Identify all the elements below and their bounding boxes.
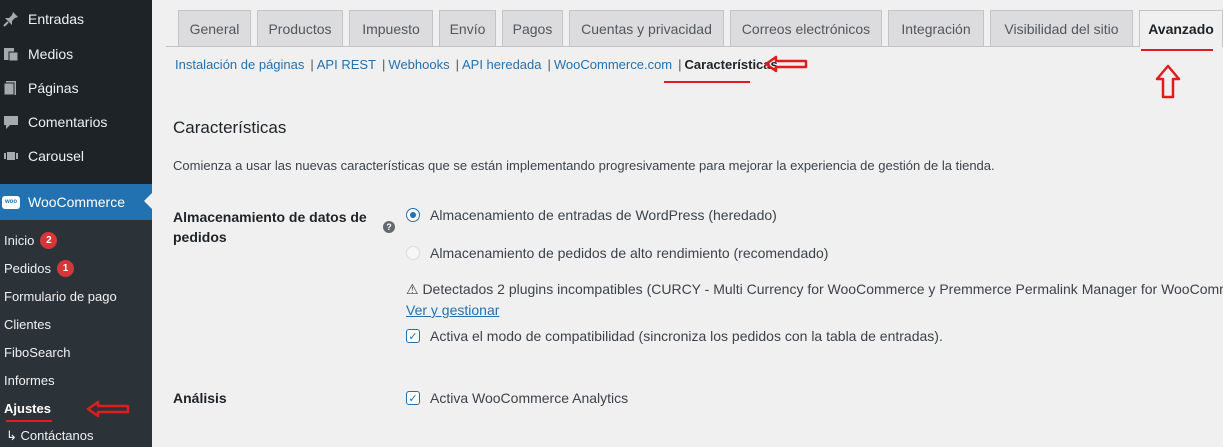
storage-option-legacy-label: Almacenamiento de entradas de WordPress …: [430, 207, 777, 223]
tab-integracion[interactable]: Integración: [888, 10, 984, 46]
tab-envio[interactable]: Envío: [439, 10, 496, 46]
annotation-underline-caracteristicas: [664, 81, 750, 83]
submenu-clientes[interactable]: Clientes: [4, 314, 51, 334]
submenu-formulario-label: Formulario de pago: [4, 288, 117, 304]
tab-productos[interactable]: Productos: [257, 10, 343, 46]
submenu-ajustes-label: Ajustes: [4, 400, 51, 416]
storage-label: Almacenamiento de datos de pedidos: [173, 209, 367, 245]
analytics-option-label: Activa WooCommerce Analytics: [430, 390, 629, 406]
menu-carousel[interactable]: Carousel: [0, 139, 152, 173]
tab-correos-electronicos[interactable]: Correos electrónicos: [730, 10, 882, 46]
menu-woocommerce[interactable]: woo WooCommerce: [0, 184, 152, 220]
storage-option-hpos-label: Almacenamiento de pedidos de alto rendim…: [430, 245, 829, 261]
admin-sidebar: Entradas Medios Páginas Comentarios Caro…: [0, 0, 152, 447]
radio-hpos[interactable]: [406, 246, 420, 260]
comments-icon: [2, 113, 20, 131]
submenu-clientes-label: Clientes: [4, 316, 51, 332]
woocommerce-icon: woo: [2, 193, 20, 211]
storage-option-hpos[interactable]: Almacenamiento de pedidos de alto rendim…: [406, 245, 828, 261]
compatibility-mode-option[interactable]: ✓ Activa el modo de compatibilidad (sinc…: [406, 328, 943, 344]
incompatible-plugins-warning: ⚠ Detectados 2 plugins incompatibles (CU…: [406, 281, 1223, 297]
subnav-webhooks[interactable]: Webhooks: [388, 57, 449, 72]
submenu-contactanos-label: ↳ Contáctanos: [6, 428, 94, 443]
tab-general[interactable]: General: [178, 10, 251, 46]
menu-woocommerce-label: WooCommerce: [28, 194, 125, 210]
menu-carousel-label: Carousel: [28, 148, 85, 164]
subnav-separator: |: [310, 57, 314, 72]
carousel-icon: [2, 147, 20, 165]
subnav-separator: |: [547, 57, 551, 72]
submenu-fibosearch-label: FiboSearch: [4, 344, 71, 360]
subnav-api-heredada[interactable]: API heredada: [462, 57, 542, 72]
annotation-underline-ajustes: [6, 420, 52, 422]
submenu-formulario-de-pago[interactable]: Formulario de pago: [4, 286, 117, 306]
subnav-separator: |: [678, 57, 682, 72]
subnav-separator: |: [382, 57, 386, 72]
submenu-inicio-label: Inicio: [4, 232, 35, 248]
inicio-count-badge: 2: [40, 231, 58, 249]
tab-impuesto[interactable]: Impuesto: [349, 10, 433, 46]
pedidos-count-badge: 1: [56, 259, 74, 277]
subnav-instalacion-de-paginas[interactable]: Instalación de páginas: [175, 57, 304, 72]
tab-avanzado[interactable]: Avanzado: [1139, 10, 1223, 47]
advanced-subnav: Instalación de páginas | API REST | Webhooks…: [175, 57, 778, 72]
page-description: Comienza a usar las nuevas característic…: [173, 158, 995, 173]
menu-comentarios-label: Comentarios: [28, 114, 108, 130]
analytics-checkbox[interactable]: ✓: [406, 391, 420, 405]
subnav-woocommerce-com[interactable]: WooCommerce.com: [554, 57, 672, 72]
tab-visibilidad-del-sitio[interactable]: Visibilidad del sitio: [990, 10, 1133, 46]
submenu-contactanos[interactable]: ↳ Contáctanos: [6, 426, 94, 446]
subnav-api-rest[interactable]: API REST: [317, 57, 376, 72]
radio-legacy[interactable]: [406, 208, 420, 222]
current-menu-arrow: [144, 193, 152, 209]
submenu-informes[interactable]: Informes: [4, 370, 55, 390]
tabs-baseline: [166, 46, 1223, 47]
subnav-separator: |: [455, 57, 459, 72]
menu-comentarios[interactable]: Comentarios: [0, 105, 152, 139]
menu-entradas-label: Entradas: [28, 11, 85, 27]
help-icon[interactable]: ?: [383, 221, 395, 233]
submenu-informes-label: Informes: [4, 372, 55, 388]
submenu-pedidos[interactable]: Pedidos 1: [4, 258, 74, 278]
menu-medios[interactable]: Medios: [0, 37, 152, 71]
tab-pagos[interactable]: Pagos: [502, 10, 563, 46]
submenu-inicio[interactable]: Inicio 2: [4, 230, 58, 250]
woo-logo: woo: [2, 195, 20, 209]
annotation-arrow-ajustes-icon: [86, 400, 130, 418]
analytics-label: Análisis: [173, 390, 227, 406]
annotation-underline-avanzado: [1141, 49, 1213, 51]
media-icon: [2, 45, 20, 63]
pin-icon: [2, 10, 20, 28]
compatibility-mode-label: Activa el modo de compatibilidad (sincro…: [430, 328, 943, 344]
storage-option-legacy[interactable]: Almacenamiento de entradas de WordPress …: [406, 207, 777, 223]
analytics-option[interactable]: ✓ Activa WooCommerce Analytics: [406, 390, 628, 406]
menu-paginas-label: Páginas: [28, 80, 79, 96]
woocommerce-submenu: Inicio 2 Pedidos 1 Formulario de pago Cl…: [0, 220, 152, 447]
tab-cuentas-y-privacidad[interactable]: Cuentas y privacidad: [569, 10, 724, 46]
submenu-ajustes[interactable]: Ajustes: [4, 398, 51, 418]
annotation-arrow-avanzado-icon: [1155, 64, 1181, 99]
compatibility-mode-checkbox[interactable]: ✓: [406, 329, 420, 343]
menu-medios-label: Medios: [28, 46, 74, 62]
page-title: Características: [173, 118, 287, 137]
submenu-pedidos-label: Pedidos: [4, 260, 51, 276]
submenu-fibosearch[interactable]: FiboSearch: [4, 342, 70, 362]
pages-icon: [2, 79, 20, 97]
view-and-manage-link[interactable]: Ver y gestionar: [406, 302, 499, 318]
annotation-arrow-caracteristicas-icon: [764, 55, 808, 73]
menu-paginas[interactable]: Páginas: [0, 71, 152, 105]
menu-entradas[interactable]: Entradas: [0, 2, 152, 36]
